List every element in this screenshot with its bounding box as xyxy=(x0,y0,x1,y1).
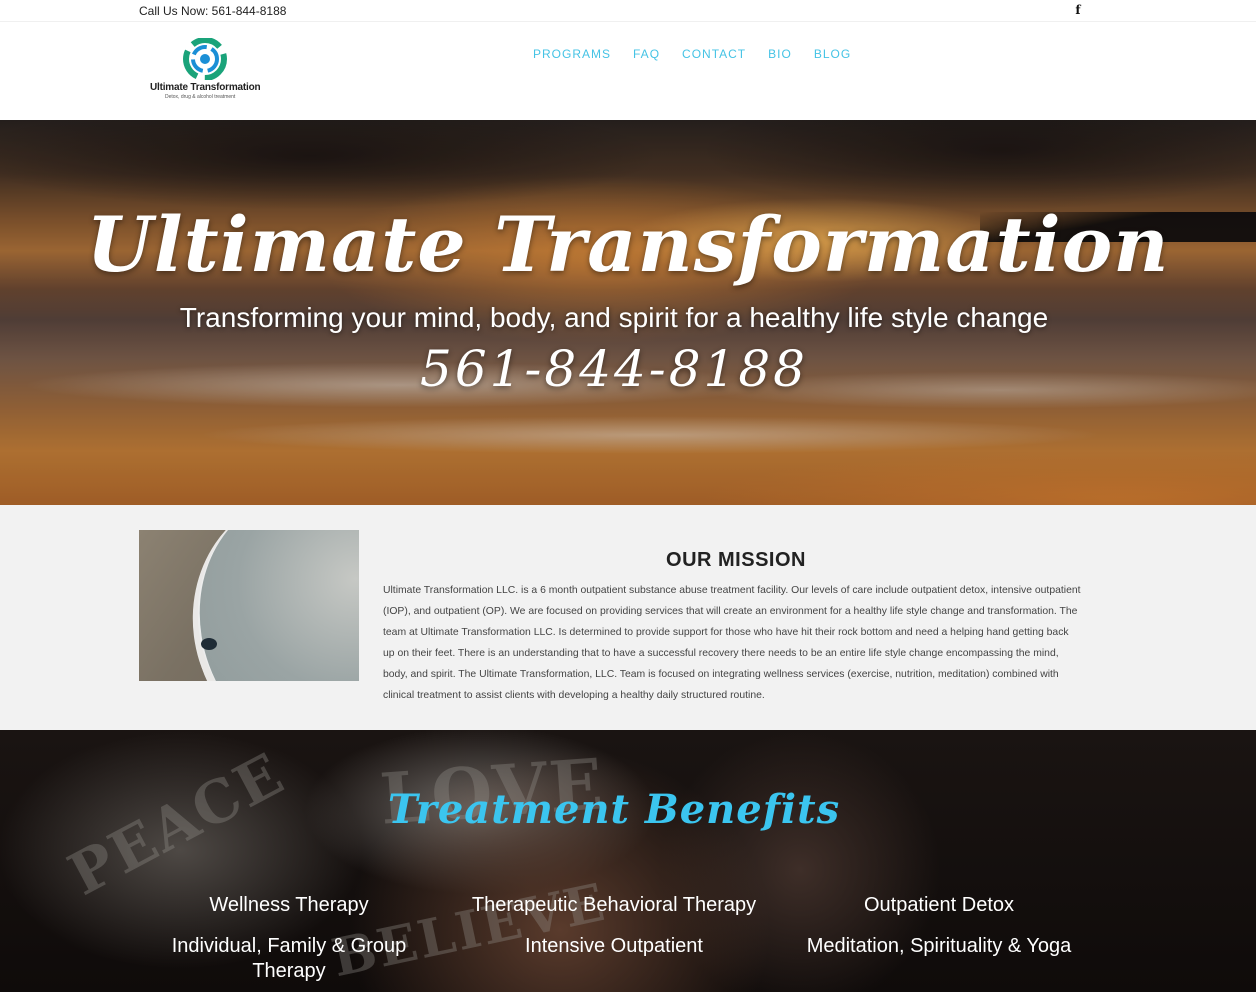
call-us-phone[interactable]: Call Us Now: 561-844-8188 xyxy=(139,4,286,18)
hero-subtitle: Transforming your mind, body, and spirit… xyxy=(179,302,1049,333)
benefit-item: Meditation, Spirituality & Yoga xyxy=(806,935,1072,957)
nav-item-programs[interactable]: PROGRAMS xyxy=(533,47,611,63)
main-nav: PROGRAMS FAQ CONTACT BIO BLOG xyxy=(522,47,862,63)
site-header: Ultimate Transformation Detox, drug & al… xyxy=(0,22,1256,120)
benefit-item: Individual, Family & Group Therapy xyxy=(171,935,407,982)
benefit-item: Therapeutic Behavioral Therapy xyxy=(471,894,757,916)
turtle xyxy=(201,638,217,650)
mission-section: OUR MISSION Ultimate Transformation LLC.… xyxy=(0,505,1256,730)
benefit-item: Wellness Therapy xyxy=(209,894,369,916)
turtle-beach-image xyxy=(139,530,359,681)
logo-name: Ultimate Transformation xyxy=(150,82,261,93)
hero-phone[interactable]: 561-844-8188 xyxy=(0,340,1228,398)
logo-tagline: Detox, drug & alcohol treatment xyxy=(165,94,236,100)
nav-item-blog[interactable]: BLOG xyxy=(814,47,851,63)
spiral-emblem-icon xyxy=(183,38,227,80)
hero-banner: Ultimate Transformation Transforming you… xyxy=(0,120,1256,505)
site-logo[interactable]: Ultimate Transformation Detox, drug & al… xyxy=(150,38,262,102)
mission-text: Ultimate Transformation LLC. is a 6 mont… xyxy=(383,585,1081,701)
benefits-title: Treatment Benefits xyxy=(387,786,841,833)
nav-item-bio[interactable]: BIO xyxy=(768,47,792,63)
treatment-benefits-section: PEACE LOVE BELIEVE Treatment Benefits We… xyxy=(0,730,1256,992)
facebook-icon[interactable]: f xyxy=(1072,3,1084,17)
benefit-item: Intensive Outpatient xyxy=(525,935,703,957)
nav-item-contact[interactable]: CONTACT xyxy=(682,47,746,63)
top-bar: Call Us Now: 561-844-8188 f xyxy=(0,0,1256,22)
benefit-item: Outpatient Detox xyxy=(863,894,1015,916)
hero-title: Ultimate Transformation xyxy=(86,200,1170,289)
nav-item-faq[interactable]: FAQ xyxy=(633,47,660,63)
mission-title: OUR MISSION xyxy=(666,549,806,571)
